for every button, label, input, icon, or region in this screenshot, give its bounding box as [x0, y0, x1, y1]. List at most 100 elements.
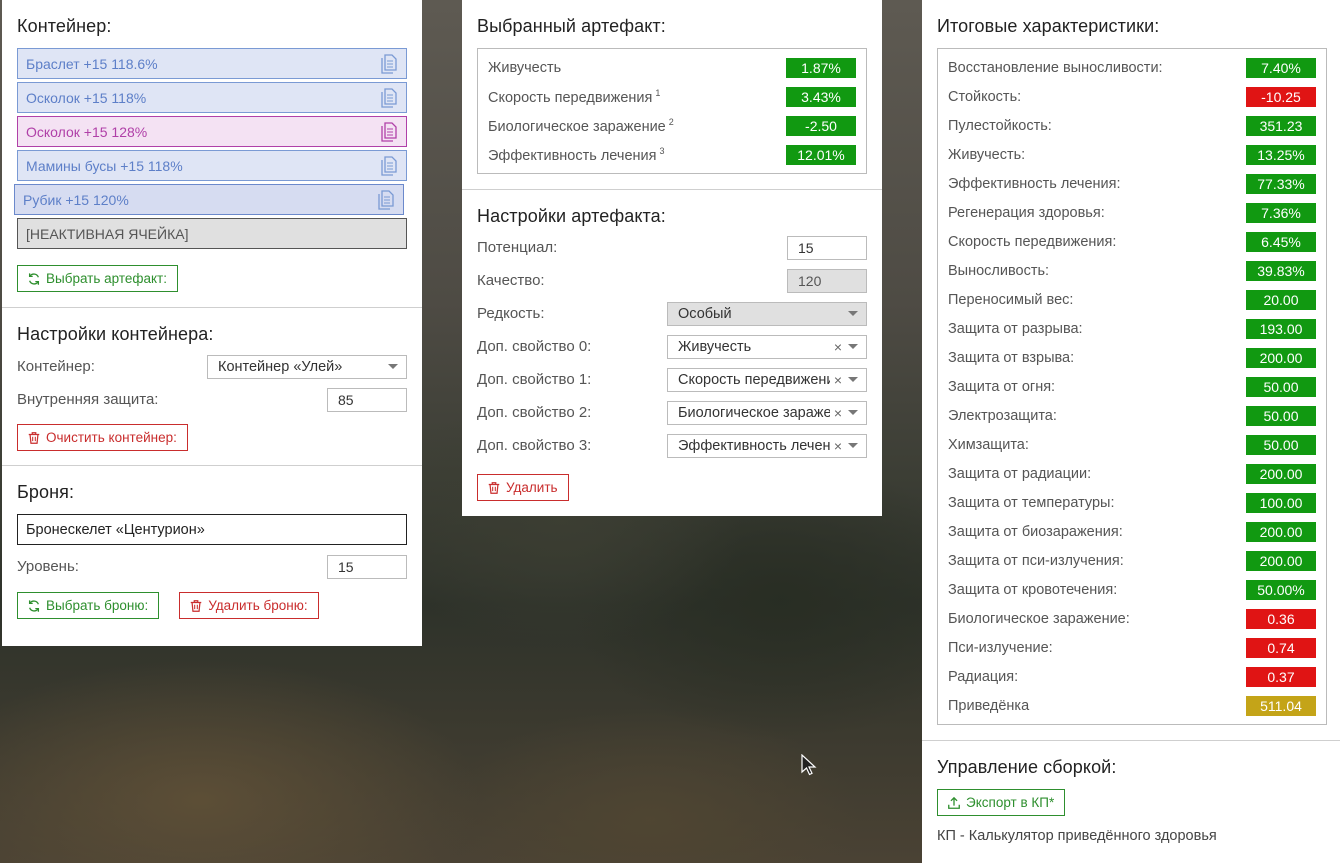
rarity-select: Особый	[667, 301, 867, 326]
container-slot[interactable]: Осколок +15 118%	[17, 82, 407, 113]
total-stat-value: 7.40%	[1246, 57, 1316, 78]
export-label: Экспорт в КП*	[966, 795, 1055, 810]
armor-level-input[interactable]	[327, 554, 407, 579]
total-stat-label: Защита от температуры:	[948, 494, 1115, 511]
total-stat-label: Защита от разрыва:	[948, 320, 1083, 337]
total-stat-row: Радиация: 0.37	[948, 662, 1316, 691]
clear-icon[interactable]: ×	[834, 438, 842, 454]
container-section: Контейнер: Браслет +15 118.6% Осколок +1…	[2, 0, 422, 308]
select-artifact-button[interactable]: Выбрать артефакт:	[17, 265, 178, 292]
extra-property-row: Доп. свойство 3: Эффективность лечения ×	[477, 429, 867, 462]
stat-row: Живучесть 1.87%	[488, 53, 856, 82]
armor-level-label: Уровень:	[17, 558, 79, 575]
slot-label: [НЕАКТИВНАЯ ЯЧЕЙКА]	[26, 225, 189, 242]
container-slot[interactable]: Осколок +15 128%	[17, 116, 407, 147]
armor-title: Броня:	[17, 482, 75, 502]
total-stat-row: Электрозащита: 50.00	[948, 401, 1316, 430]
extra-property-label: Доп. свойство 0:	[477, 338, 592, 355]
export-button[interactable]: Экспорт в КП*	[937, 789, 1066, 816]
extra-property-value: Биологическое заражение	[678, 404, 830, 421]
extra-property-select[interactable]: Биологическое заражение ×	[667, 400, 867, 425]
extra-property-value: Живучесть	[678, 338, 752, 355]
container-select[interactable]: Контейнер «Улей»	[207, 354, 407, 379]
extra-property-row: Доп. свойство 0: Живучесть ×	[477, 330, 867, 363]
container-slot[interactable]: Мамины бусы +15 118%	[17, 150, 407, 181]
container-settings-section: Настройки контейнера: Контейнер: Контейн…	[2, 308, 422, 466]
extra-property-select[interactable]: Скорость передвижения ×	[667, 367, 867, 392]
rarity-label: Редкость:	[477, 305, 545, 322]
container-type-row: Контейнер: Контейнер «Улей»	[17, 350, 407, 383]
clear-icon[interactable]: ×	[834, 405, 842, 421]
total-stat-row: Защита от взрыва: 200.00	[948, 343, 1316, 372]
copy-icon[interactable]	[377, 190, 395, 210]
slot-label: Рубик +15 120%	[23, 191, 129, 208]
total-stat-row: Защита от температуры: 100.00	[948, 488, 1316, 517]
total-stat-row: Регенерация здоровья: 7.36%	[948, 198, 1316, 227]
total-stat-row: Биологическое заражение: 0.36	[948, 604, 1316, 633]
armor-section: Броня: Бронескелет «Центурион» Уровень: …	[2, 466, 422, 631]
selected-artifact-title: Выбранный артефакт:	[477, 16, 666, 36]
total-stat-value: 50.00	[1246, 405, 1316, 426]
copy-icon[interactable]	[380, 122, 398, 142]
copy-icon[interactable]	[380, 156, 398, 176]
container-type-label: Контейнер:	[17, 358, 95, 375]
total-stat-value: 100.00	[1246, 492, 1316, 513]
trash-icon	[488, 481, 500, 494]
total-stat-label: Восстановление выносливости:	[948, 59, 1163, 76]
selected-artifact-stats: Живучесть 1.87% Скорость передвижения 1 3…	[477, 48, 867, 174]
extra-property-row: Доп. свойство 2: Биологическое заражение…	[477, 396, 867, 429]
stat-value: 1.87%	[786, 57, 856, 78]
total-stat-label: Приведёнка	[948, 697, 1030, 714]
total-stat-row: Защита от пси-излучения: 200.00	[948, 546, 1316, 575]
totals-section: Итоговые характеристики: Восстановление …	[922, 0, 1340, 741]
chevron-down-icon	[388, 364, 398, 369]
build-title: Управление сборкой:	[937, 757, 1117, 777]
container-slot[interactable]: Рубик +15 120%	[14, 184, 404, 215]
total-stat-row: Восстановление выносливости: 7.40%	[948, 53, 1316, 82]
armor-name: Бронескелет «Центурион»	[26, 521, 205, 538]
select-armor-button[interactable]: Выбрать броню:	[17, 592, 160, 619]
artifact-settings-title: Настройки артефакта:	[477, 206, 666, 226]
clear-container-button[interactable]: Очистить контейнер:	[17, 424, 188, 451]
extra-property-label: Доп. свойство 2:	[477, 404, 592, 421]
extra-property-select[interactable]: Живучесть ×	[667, 334, 867, 359]
extra-property-value: Скорость передвижения	[678, 371, 830, 388]
inner-protection-input[interactable]	[327, 387, 407, 412]
select-artifact-label: Выбрать артефакт:	[46, 271, 167, 286]
extra-property-label: Доп. свойство 1:	[477, 371, 592, 388]
trash-icon	[28, 431, 40, 444]
stat-row: Эффективность лечения 3 12.01%	[488, 140, 856, 169]
armor-level-row: Уровень:	[17, 550, 407, 583]
trash-icon	[190, 599, 202, 612]
container-title: Контейнер:	[17, 16, 112, 36]
delete-armor-button[interactable]: Удалить броню:	[179, 592, 319, 619]
total-stat-value: 200.00	[1246, 347, 1316, 368]
clear-icon[interactable]: ×	[834, 372, 842, 388]
total-stat-row: Выносливость: 39.83%	[948, 256, 1316, 285]
total-stat-value: 0.36	[1246, 608, 1316, 629]
total-stat-label: Защита от биозаражения:	[948, 523, 1123, 540]
quality-label: Качество:	[477, 272, 545, 289]
copy-icon[interactable]	[380, 54, 398, 74]
total-stat-label: Живучесть:	[948, 146, 1026, 163]
total-stat-label: Эффективность лечения:	[948, 175, 1121, 192]
potential-input[interactable]	[787, 235, 867, 260]
rarity-value: Особый	[678, 305, 732, 322]
extra-property-select[interactable]: Эффективность лечения ×	[667, 433, 867, 458]
copy-icon[interactable]	[380, 88, 398, 108]
slot-label: Осколок +15 118%	[26, 89, 147, 106]
delete-artifact-button[interactable]: Удалить	[477, 474, 569, 501]
clear-icon[interactable]: ×	[834, 339, 842, 355]
delete-artifact-label: Удалить	[506, 480, 558, 495]
stat-label: Биологическое заражение 2	[488, 116, 674, 135]
total-stat-row: Защита от огня: 50.00	[948, 372, 1316, 401]
total-stat-label: Радиация:	[948, 668, 1019, 685]
total-stat-label: Пси-излучение:	[948, 639, 1053, 656]
refresh-icon	[28, 272, 40, 285]
armor-name-field[interactable]: Бронескелет «Центурион»	[17, 514, 407, 545]
total-stat-label: Переносимый вес:	[948, 291, 1074, 308]
chevron-down-icon	[848, 443, 858, 448]
container-slot[interactable]: Браслет +15 118.6%	[17, 48, 407, 79]
totals-title: Итоговые характеристики:	[937, 16, 1160, 36]
total-stat-row: Пулестойкость: 351.23	[948, 111, 1316, 140]
